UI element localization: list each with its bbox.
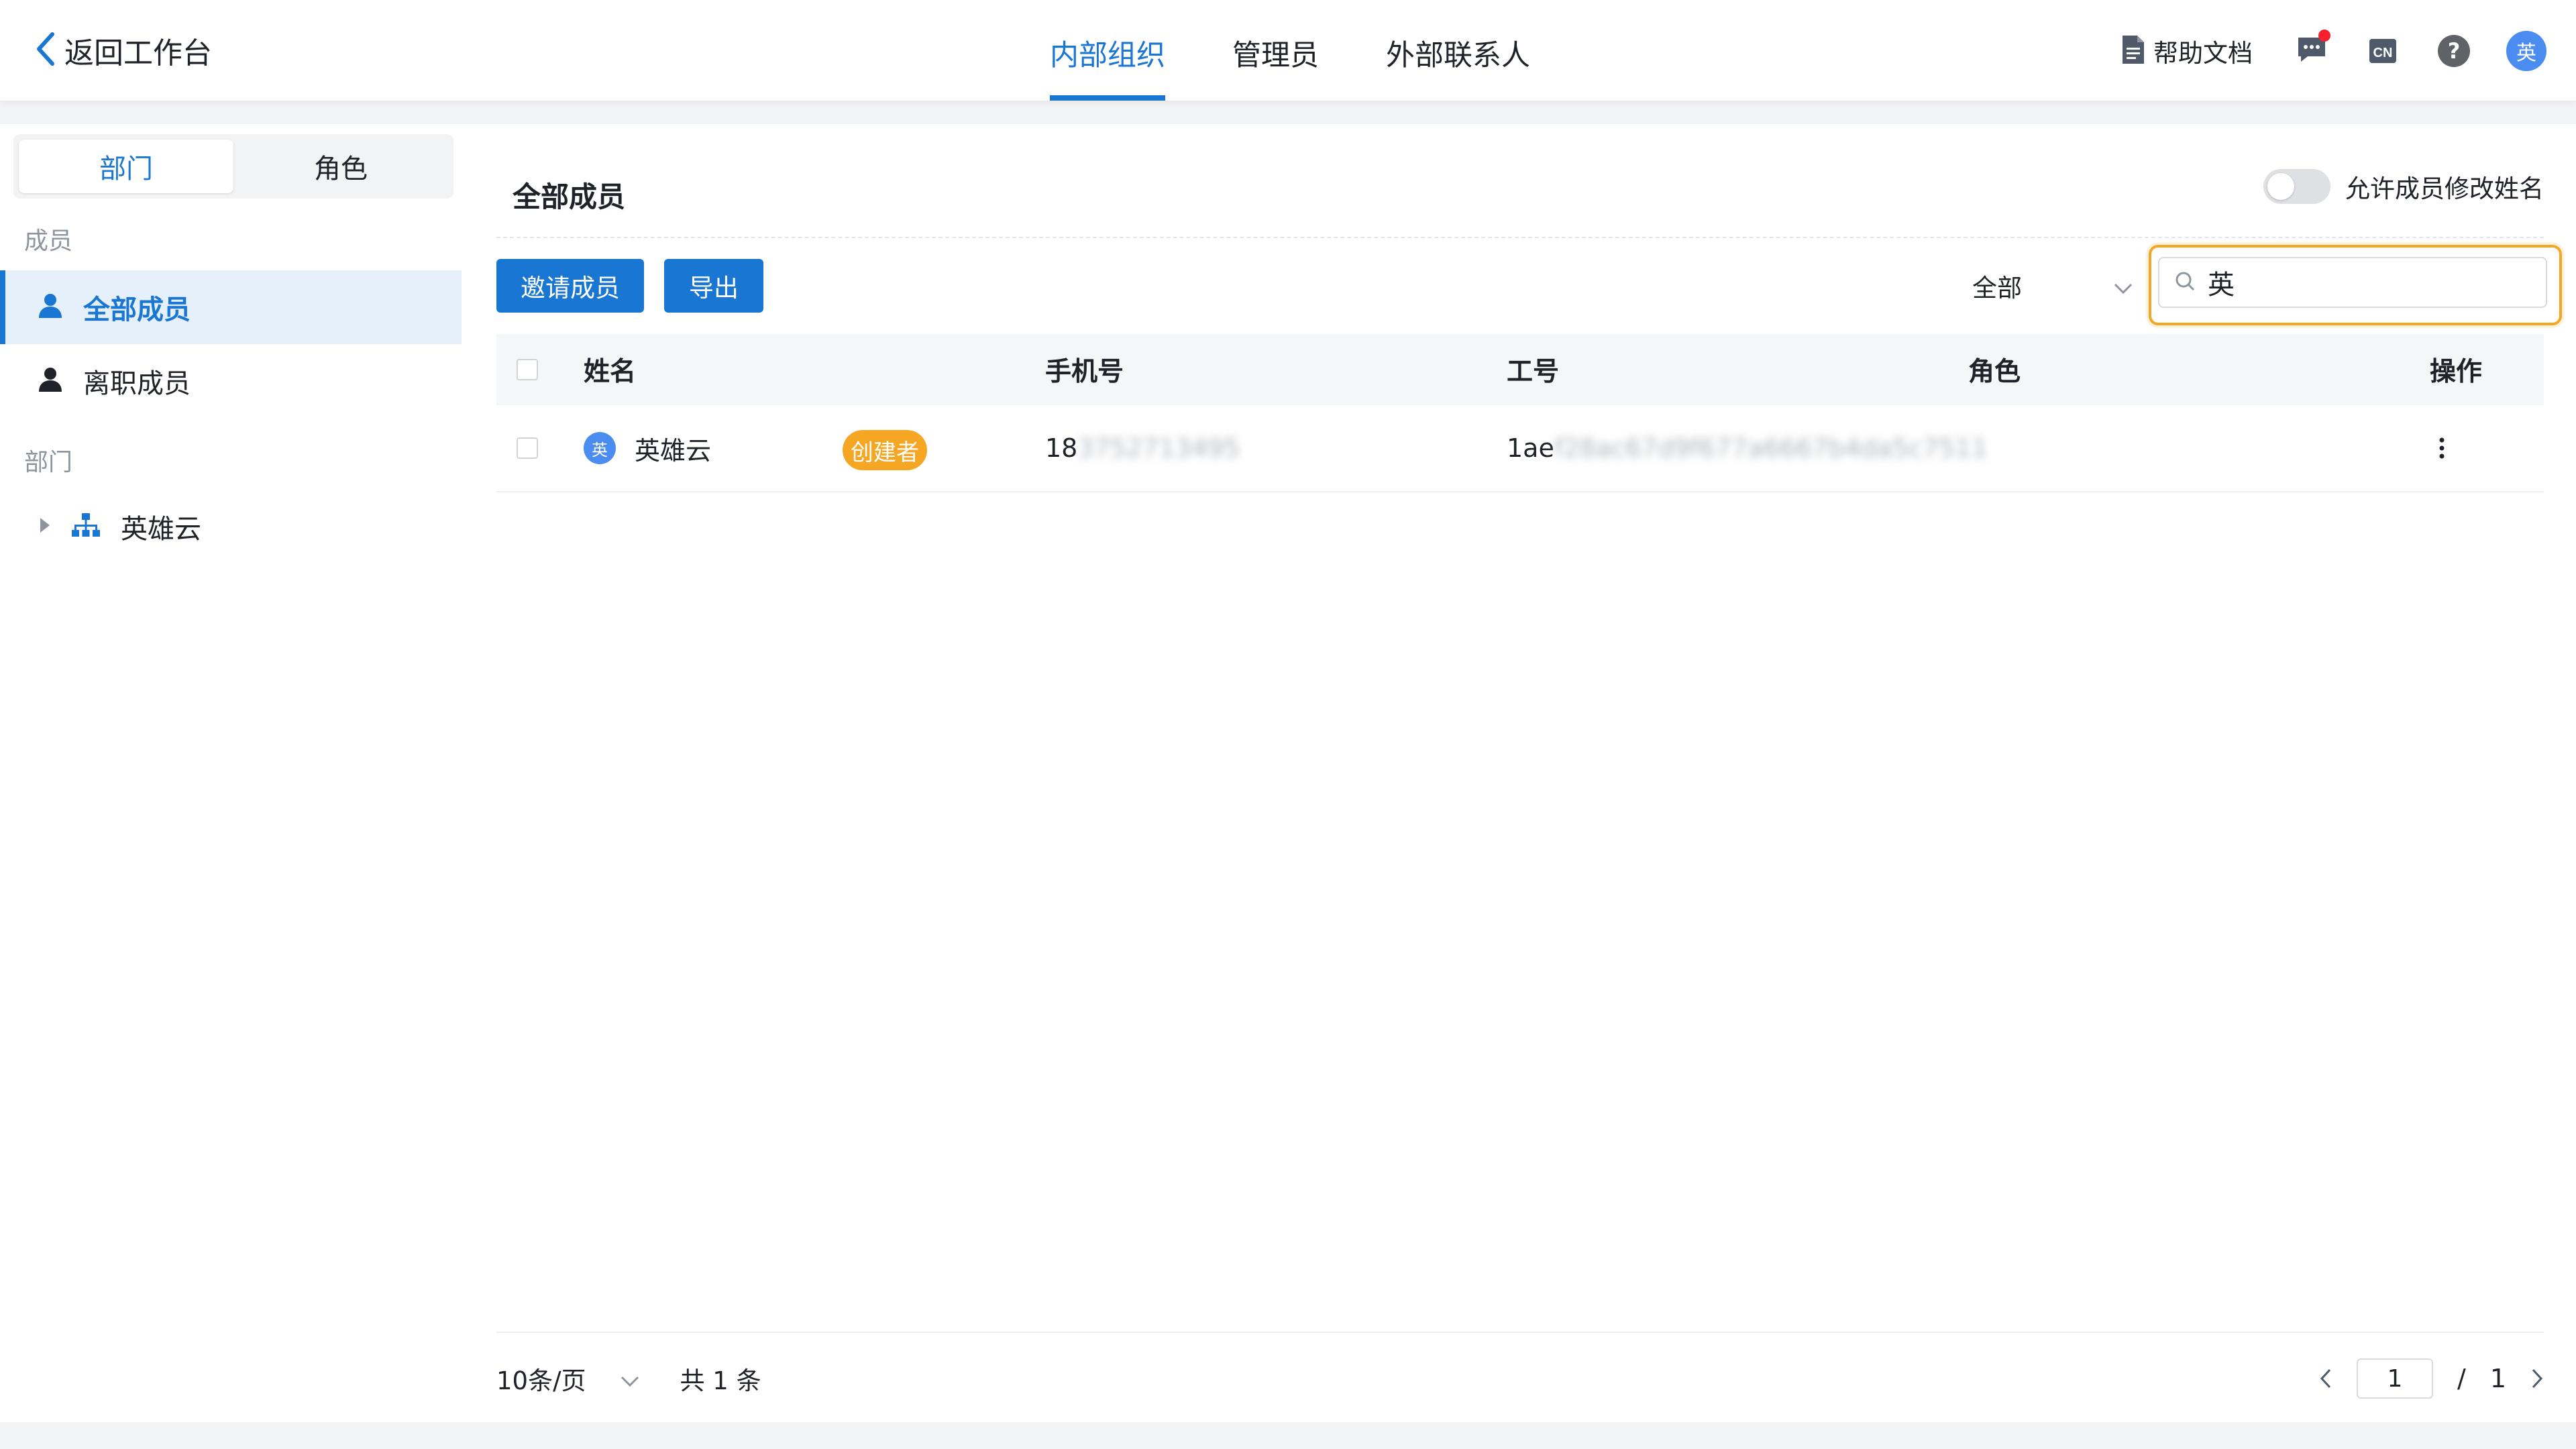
chevron-right-icon [2532,1368,2543,1389]
allow-rename-toggle[interactable] [2263,169,2330,204]
chevron-down-icon [2113,272,2133,301]
footer-divider [496,1332,2544,1333]
language-cn-icon: CN [2369,39,2396,63]
status-filter-select[interactable]: 全部 [1972,259,2133,313]
search-input[interactable] [2206,266,2531,299]
total-count: 共 1 条 [680,1366,761,1395]
chevron-left-icon [35,32,55,69]
top-tabs: 内部组织 管理员 外部联系人 [1050,0,1597,101]
help-docs-link[interactable]: 帮助文档 [2121,33,2253,69]
caret-right-icon[interactable] [39,517,51,537]
allow-rename-setting: 允许成员修改姓名 [2263,164,2544,209]
tab-external-contacts[interactable]: 外部联系人 [1386,0,1530,101]
members-section-label: 成员 [24,227,73,255]
main-card: 部门 角色 成员 全部成员 离职成员 部门 英雄云 全部成员 允许成员修改姓名 … [0,124,2576,1422]
total-pages: 1 [2489,1364,2506,1393]
svg-text:CN: CN [2373,46,2393,60]
status-filter-value: 全部 [1972,274,2022,303]
page-title: 全部成员 [513,180,626,213]
dept-tree-item[interactable]: 英雄云 [0,490,462,564]
export-button[interactable]: 导出 [664,259,763,313]
messages-button[interactable] [2293,30,2330,70]
member-name: 英雄云 [635,435,712,466]
select-all-checkbox[interactable] [517,359,538,380]
notification-dot [2318,30,2330,42]
more-vertical-icon [2439,437,2445,459]
pagination-info: 10条/页 共 1 条 [496,1355,761,1402]
table-row[interactable]: 英 英雄云 创建者 18 3752713495 1ae f28ac67d9f677a… [496,405,2544,492]
prev-page-button[interactable] [2319,1368,2332,1389]
sidebar: 部门 角色 成员 全部成员 离职成员 部门 英雄云 [0,124,462,1422]
sidebar-item-resigned-members[interactable]: 离职成员 [0,344,462,418]
chevron-down-icon [620,1364,640,1393]
tab-internal-org[interactable]: 内部组织 [1050,0,1165,101]
sidebar-item-label: 全部成员 [83,294,191,325]
creator-badge: 创建者 [843,430,927,470]
pager: 1 / 1 [2319,1355,2544,1402]
member-name-cell: 英 英雄云 [584,405,711,491]
table-header: 姓名 手机号 工号 角色 操作 [496,334,2544,405]
user-icon [38,292,63,322]
tab-admins[interactable]: 管理员 [1232,0,1319,101]
org-chart-icon [71,512,101,541]
chevron-left-icon [2320,1368,2331,1389]
row-more-actions-button[interactable] [2438,405,2445,491]
invite-member-button[interactable]: 邀请成员 [496,259,644,313]
sidebar-item-all-members[interactable]: 全部成员 [0,270,462,344]
search-icon [2174,270,2196,294]
row-checkbox[interactable] [517,437,538,459]
column-header-phone: 手机号 [1045,357,1124,387]
header-tools: 帮助文档 CN ? 英 [2121,30,2546,72]
page-size-value: 10条/页 [496,1366,586,1395]
next-page-button[interactable] [2530,1368,2544,1389]
language-switch-button[interactable]: CN [2364,32,2402,70]
dept-tree-label: 英雄云 [121,514,201,545]
column-header-actions: 操作 [2430,357,2483,387]
top-bar: 返回工作台 内部组织 管理员 外部联系人 帮助文档 CN ? 英 [0,0,2576,101]
document-icon [2121,34,2145,68]
phone-redacted: 3752713495 [1077,433,1240,463]
back-label: 返回工作台 [64,36,212,70]
search-box [2149,245,2562,325]
user-icon [38,366,63,396]
content-panel: 全部成员 允许成员修改姓名 邀请成员 导出 全部 姓名 [496,124,2562,1422]
sidebar-item-label: 离职成员 [83,368,191,399]
member-employee-id-cell: 1ae f28ac67d9f677a6667b4da5c7511 [1507,405,1988,491]
help-button[interactable]: ? [2435,32,2473,70]
member-avatar: 英 [584,432,616,464]
question-icon: ? [2438,35,2470,67]
current-page-input[interactable]: 1 [2357,1358,2433,1399]
allow-rename-label: 允许成员修改姓名 [2345,174,2544,203]
sidebar-segment-control: 部门 角色 [13,134,453,199]
column-header-employee-id: 工号 [1507,357,1560,387]
column-header-role: 角色 [1968,357,2021,387]
column-header-name: 姓名 [584,357,637,387]
back-to-workbench-button[interactable]: 返回工作台 [35,27,212,74]
member-phone-cell: 18 3752713495 [1045,405,1240,491]
segment-role[interactable]: 角色 [233,140,448,193]
divider [496,237,2544,238]
segment-department[interactable]: 部门 [19,140,233,193]
page-size-select[interactable]: 10条/页 [496,1360,640,1397]
search-field[interactable] [2158,257,2547,308]
help-docs-label: 帮助文档 [2153,39,2253,68]
employee-id-visible: 1ae [1507,433,1554,463]
employee-id-redacted: f28ac67d9f677a6667b4da5c7511 [1554,433,1988,463]
user-avatar[interactable]: 英 [2506,31,2546,71]
phone-visible: 18 [1045,433,1078,463]
department-section-label: 部门 [24,449,73,476]
page-separator: / [2457,1364,2466,1393]
